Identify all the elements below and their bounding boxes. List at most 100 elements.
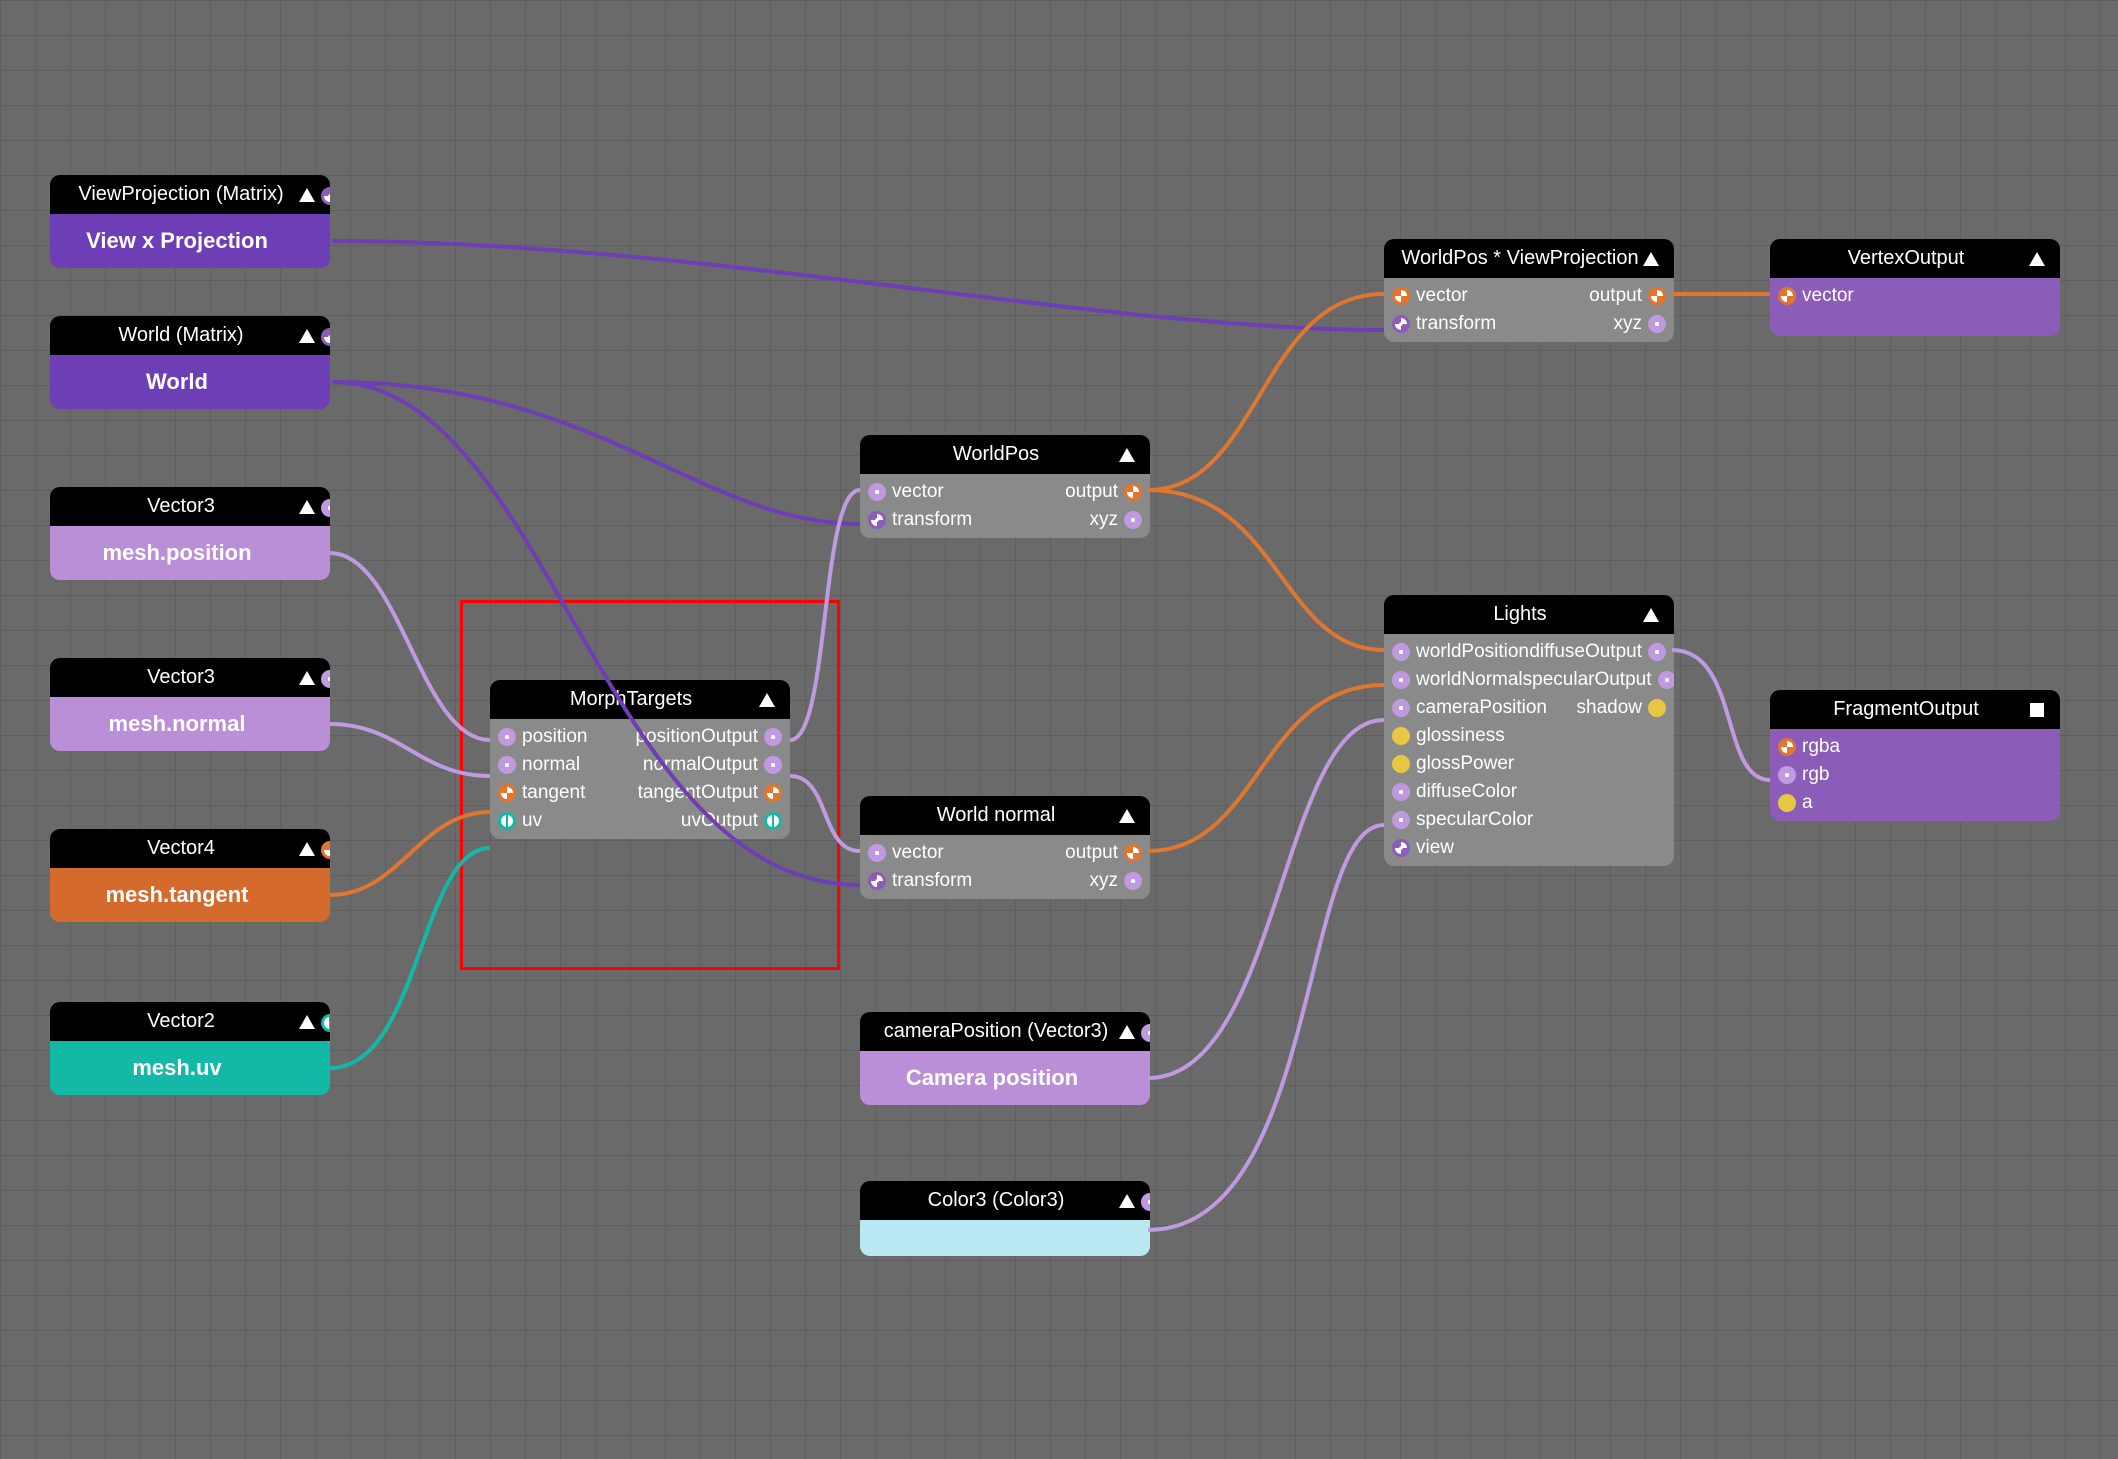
node-header[interactable]: World normal (860, 796, 1150, 835)
node-body: vector output transform xyz (860, 835, 1150, 899)
input-port-vector[interactable] (868, 483, 886, 501)
node-header[interactable]: Color3 (Color3) (860, 1181, 1150, 1220)
output-port-xyz[interactable] (1124, 872, 1142, 890)
badge-icon (1118, 1023, 1136, 1041)
node-header[interactable]: Lights (1384, 595, 1674, 634)
node-label: mesh.tangent (50, 872, 330, 918)
badge-icon (1118, 807, 1136, 825)
input-port-specularcolor[interactable] (1392, 811, 1410, 829)
output-port-positionoutput[interactable] (764, 728, 782, 746)
node-lights[interactable]: Lights worldPosition diffuseOutput world… (1384, 595, 1674, 866)
node-vector2-uv[interactable]: Vector2 mesh.uv (50, 1002, 330, 1095)
output-port-xyz[interactable] (1124, 511, 1142, 529)
node-title: Vector4 (64, 837, 298, 860)
port-label: positionOutput (635, 726, 758, 748)
node-body: vector output transform xyz (860, 474, 1150, 538)
node-body: vector (1770, 278, 2060, 336)
output-port-specularoutput[interactable] (1658, 671, 1675, 689)
node-color3[interactable]: Color3 (Color3) (860, 1181, 1150, 1256)
node-header[interactable]: ViewProjection (Matrix) (50, 175, 330, 214)
input-port-transform[interactable] (1392, 315, 1410, 333)
node-vector3-normal[interactable]: Vector3 mesh.normal (50, 658, 330, 751)
port-label: normalOutput (643, 754, 758, 776)
node-header[interactable]: MorphTargets (490, 680, 790, 719)
node-worldposviewprojection[interactable]: WorldPos * ViewProjection vector output … (1384, 239, 1674, 342)
node-canvas[interactable]: ViewProjection (Matrix) View x Projectio… (0, 0, 2118, 1459)
input-port-transform[interactable] (868, 511, 886, 529)
node-body: View x Projection (50, 214, 330, 268)
badge-icon (1118, 1192, 1136, 1210)
input-port-normal[interactable] (498, 756, 516, 774)
node-body: Camera position (860, 1051, 1150, 1105)
node-body: mesh.normal (50, 697, 330, 751)
output-port-output[interactable] (1648, 287, 1666, 305)
node-vertexoutput[interactable]: VertexOutput vector (1770, 239, 2060, 336)
node-worldnormal[interactable]: World normal vector output transform xyz (860, 796, 1150, 899)
input-port-cameraposition[interactable] (1392, 699, 1410, 717)
node-label: mesh.uv (50, 1045, 330, 1091)
node-cameraposition[interactable]: cameraPosition (Vector3) Camera position (860, 1012, 1150, 1105)
input-port-glosspower[interactable] (1392, 755, 1410, 773)
output-port-shadow[interactable] (1648, 699, 1666, 717)
input-port-view[interactable] (1392, 839, 1410, 857)
node-body: vector output transform xyz (1384, 278, 1674, 342)
node-fragmentoutput[interactable]: FragmentOutput rgba rgb a (1770, 690, 2060, 821)
port-label: transform (892, 870, 972, 892)
node-header[interactable]: World (Matrix) (50, 316, 330, 355)
node-label: Camera position (860, 1055, 1150, 1101)
input-port-worldposition[interactable] (1392, 643, 1410, 661)
input-port-vector[interactable] (1778, 287, 1796, 305)
output-port-diffuseoutput[interactable] (1648, 643, 1666, 661)
node-worldpos[interactable]: WorldPos vector output transform xyz (860, 435, 1150, 538)
input-port-uv[interactable] (498, 812, 516, 830)
node-header[interactable]: cameraPosition (Vector3) (860, 1012, 1150, 1051)
input-port-vector[interactable] (1392, 287, 1410, 305)
node-header[interactable]: WorldPos * ViewProjection (1384, 239, 1674, 278)
input-port-vector[interactable] (868, 844, 886, 862)
node-body: mesh.uv (50, 1041, 330, 1095)
port-label: cameraPosition (1416, 697, 1547, 719)
input-port-rgba[interactable] (1778, 738, 1796, 756)
port-label: uvOutput (681, 810, 758, 832)
input-port-position[interactable] (498, 728, 516, 746)
node-vector4-tangent[interactable]: Vector4 mesh.tangent (50, 829, 330, 922)
node-title: World (Matrix) (64, 324, 298, 347)
node-title: FragmentOutput (1784, 698, 2028, 721)
output-port-tangentoutput[interactable] (764, 784, 782, 802)
input-port-diffusecolor[interactable] (1392, 783, 1410, 801)
node-viewprojection[interactable]: ViewProjection (Matrix) View x Projectio… (50, 175, 330, 268)
output-port-output[interactable] (1124, 844, 1142, 862)
input-port-transform[interactable] (868, 872, 886, 890)
output-port-xyz[interactable] (1648, 315, 1666, 333)
input-port-rgb[interactable] (1778, 766, 1796, 784)
port-label: xyz (1090, 509, 1119, 531)
output-port-uvoutput[interactable] (764, 812, 782, 830)
node-header[interactable]: VertexOutput (1770, 239, 2060, 278)
node-title: Vector3 (64, 666, 298, 689)
input-port-a[interactable] (1778, 794, 1796, 812)
port-label: vector (1416, 285, 1468, 307)
port-label: specularColor (1416, 809, 1533, 831)
output-port-normaloutput[interactable] (764, 756, 782, 774)
node-header[interactable]: Vector2 (50, 1002, 330, 1041)
node-body: rgba rgb a (1770, 729, 2060, 821)
node-header[interactable]: Vector3 (50, 658, 330, 697)
port-label: xyz (1614, 313, 1643, 335)
node-header[interactable]: Vector3 (50, 487, 330, 526)
port-label: tangentOutput (638, 782, 758, 804)
input-port-glossiness[interactable] (1392, 727, 1410, 745)
port-label: position (522, 726, 588, 748)
node-header[interactable]: Vector4 (50, 829, 330, 868)
node-header[interactable]: FragmentOutput (1770, 690, 2060, 729)
node-world[interactable]: World (Matrix) World (50, 316, 330, 409)
node-vector3-position[interactable]: Vector3 mesh.position (50, 487, 330, 580)
input-port-tangent[interactable] (498, 784, 516, 802)
node-label: World (50, 359, 330, 405)
node-header[interactable]: WorldPos (860, 435, 1150, 474)
badge-icon (298, 327, 316, 345)
input-port-worldnormal[interactable] (1392, 671, 1410, 689)
node-morphtargets[interactable]: MorphTargets position positionOutput nor… (490, 680, 790, 839)
output-port-output[interactable] (1124, 483, 1142, 501)
node-body: mesh.tangent (50, 868, 330, 922)
node-label (860, 1224, 1150, 1252)
